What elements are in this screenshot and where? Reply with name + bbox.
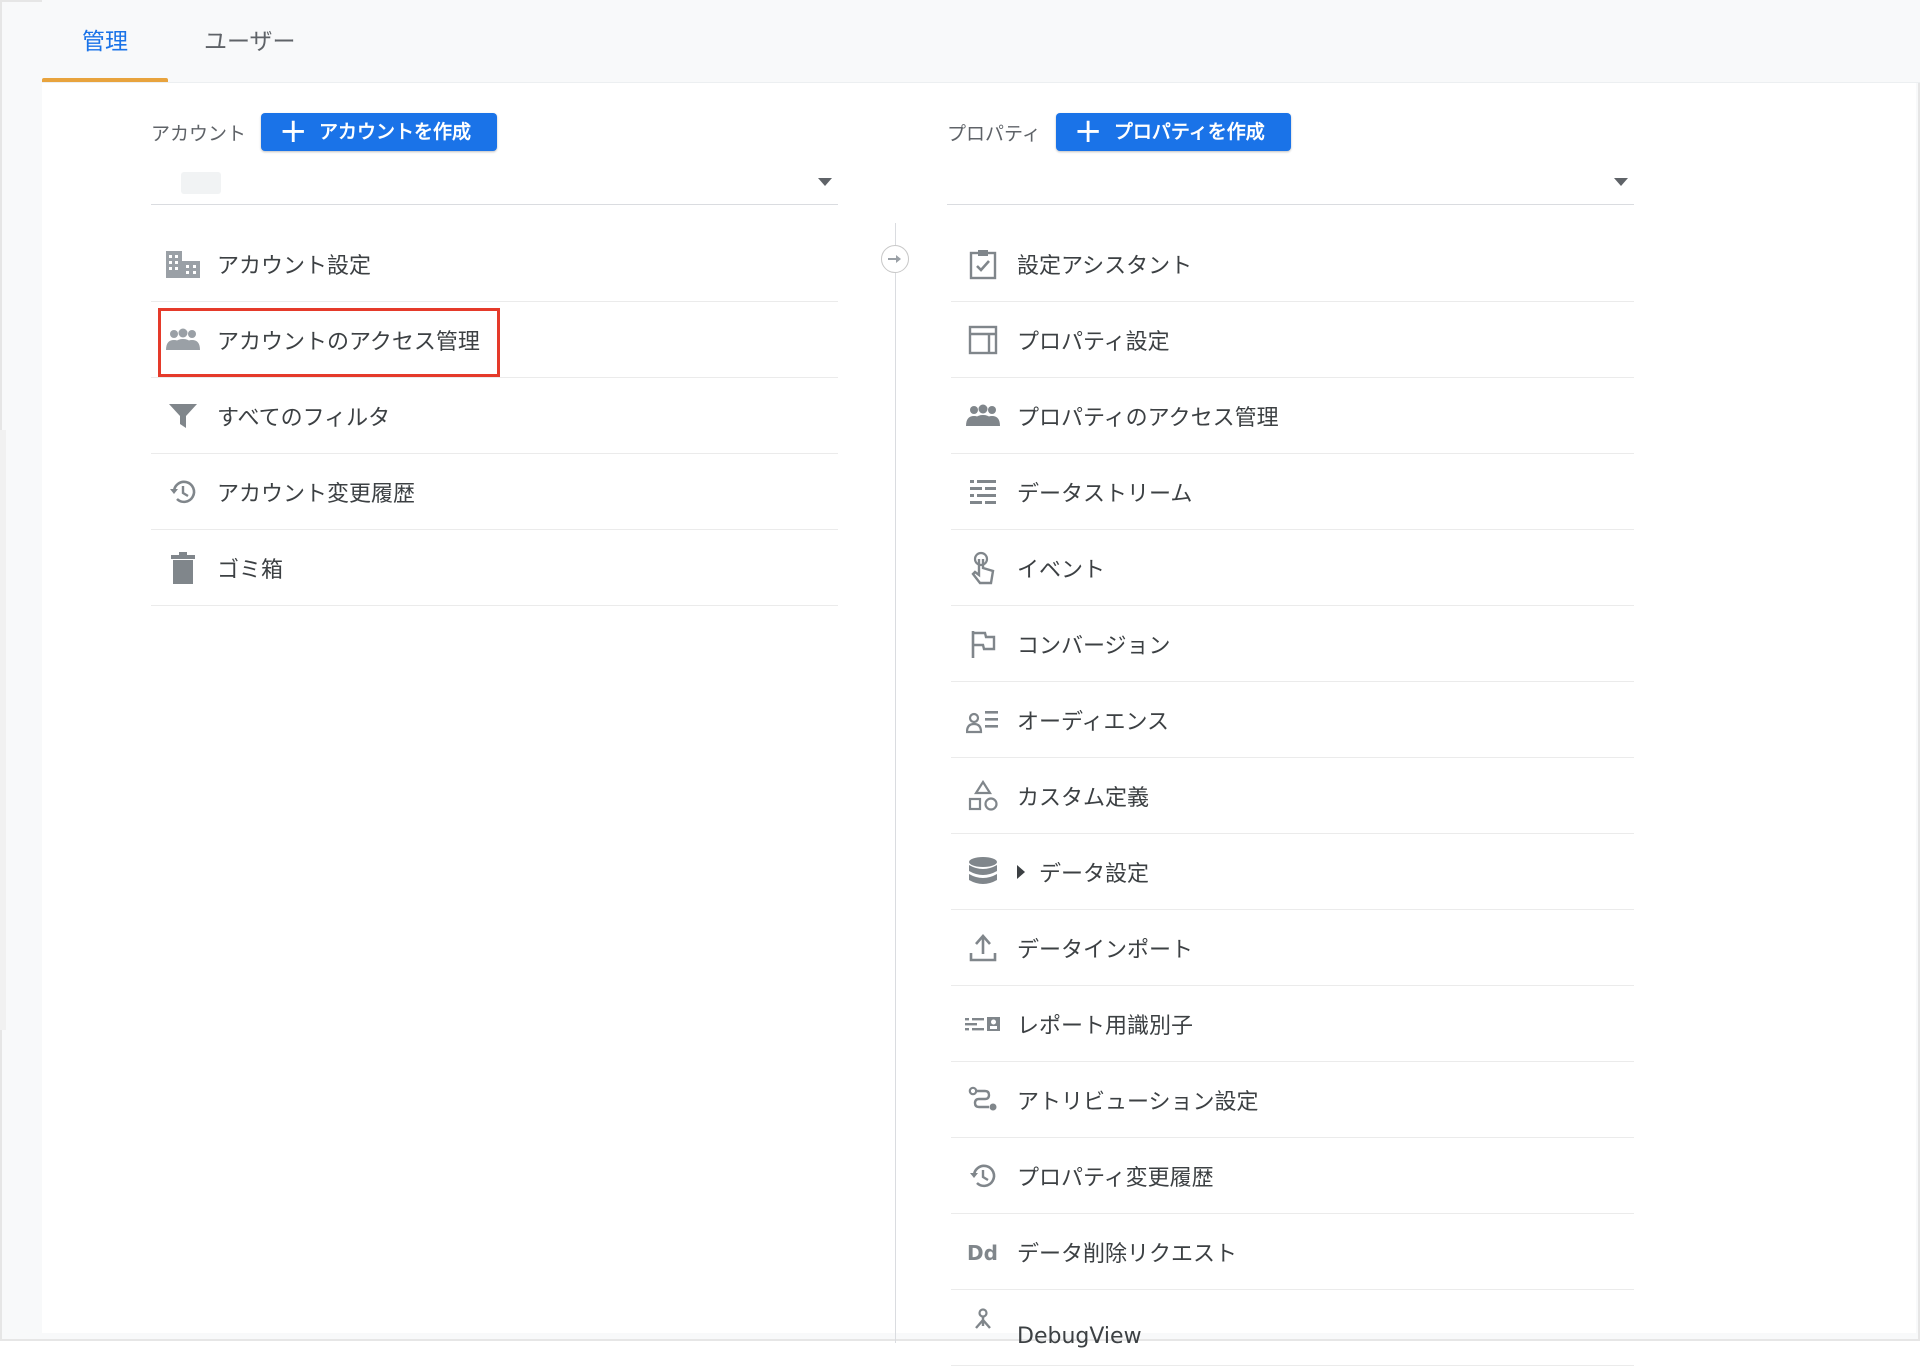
admin-content: アカウント + アカウントを作成 アカウント設定 アカウントのアクセス管理 すべ… <box>42 83 1916 1366</box>
tab-admin[interactable]: 管理 <box>42 0 168 82</box>
data-settings-item[interactable]: データ設定 <box>951 834 1634 910</box>
account-selector[interactable] <box>151 158 838 205</box>
upload-icon <box>963 928 1003 968</box>
left-edge-shadow <box>0 430 6 1030</box>
account-settings-label: アカウント設定 <box>217 253 372 279</box>
dd-icon: Dd <box>963 1232 1003 1272</box>
audiences-label: オーディエンス <box>1017 709 1170 735</box>
account-menu: アカウント設定 アカウントのアクセス管理 すべてのフィルタ アカウント変更履歴 … <box>151 226 838 606</box>
property-access-management-label: プロパティのアクセス管理 <box>1017 405 1279 431</box>
create-property-label: プロパティを作成 <box>1113 121 1265 143</box>
svg-text:Dd: Dd <box>967 1241 998 1265</box>
touch-icon <box>963 548 1003 588</box>
debug-icon <box>963 1302 1003 1342</box>
reporting-identity-item[interactable]: レポート用識別子 <box>951 986 1634 1062</box>
property-selector[interactable] <box>947 158 1634 205</box>
property-access-management-item[interactable]: プロパティのアクセス管理 <box>951 378 1634 454</box>
create-property-button[interactable]: + プロパティを作成 <box>1055 111 1291 151</box>
history-icon <box>963 1156 1003 1196</box>
property-label: プロパティ <box>947 122 1041 145</box>
data-settings-label: データ設定 <box>1039 861 1150 887</box>
expand-arrow-icon[interactable] <box>1017 864 1025 879</box>
property-menu: 設定アシスタント プロパティ設定 プロパティのアクセス管理 データストリーム イ… <box>951 226 1634 1366</box>
events-item[interactable]: イベント <box>951 530 1634 606</box>
account-column-header: アカウント + アカウントを作成 <box>151 111 498 151</box>
database-icon <box>963 852 1003 892</box>
filter-icon <box>163 396 203 436</box>
account-settings-item[interactable]: アカウント設定 <box>151 226 838 302</box>
data-deletion-requests-item[interactable]: Dd データ削除リクエスト <box>951 1214 1634 1290</box>
attribution-icon <box>963 1080 1003 1120</box>
identity-icon <box>963 1004 1003 1044</box>
dropdown-caret-icon <box>1614 178 1628 186</box>
shapes-icon <box>963 776 1003 816</box>
plus-icon: + <box>279 111 308 151</box>
account-label: アカウント <box>151 122 247 145</box>
create-account-button[interactable]: + アカウントを作成 <box>261 111 498 151</box>
data-streams-label: データストリーム <box>1017 481 1193 507</box>
debugview-item[interactable]: DebugView <box>951 1290 1634 1366</box>
dropdown-caret-icon <box>818 178 832 186</box>
property-change-history-label: プロパティ変更履歴 <box>1017 1165 1214 1191</box>
highlight-box <box>158 308 500 377</box>
tab-users[interactable]: ユーザー <box>164 0 336 82</box>
events-label: イベント <box>1017 557 1106 583</box>
setup-assistant-label: 設定アシスタント <box>1017 253 1193 279</box>
building-icon <box>163 244 203 284</box>
all-filters-item[interactable]: すべてのフィルタ <box>151 378 838 454</box>
data-import-item[interactable]: データインポート <box>951 910 1634 986</box>
people-icon <box>963 396 1003 436</box>
reporting-identity-label: レポート用識別子 <box>1017 1013 1194 1039</box>
attribution-settings-item[interactable]: アトリビューション設定 <box>951 1062 1634 1138</box>
conversions-item[interactable]: コンバージョン <box>951 606 1634 682</box>
account-name-redacted <box>181 172 221 194</box>
custom-definitions-item[interactable]: カスタム定義 <box>951 758 1634 834</box>
create-account-label: アカウントを作成 <box>319 121 472 143</box>
flag-icon <box>963 624 1003 664</box>
setup-assistant-item[interactable]: 設定アシスタント <box>951 226 1634 302</box>
property-settings-item[interactable]: プロパティ設定 <box>951 302 1634 378</box>
trash-icon <box>163 548 203 588</box>
property-column-header: プロパティ + プロパティを作成 <box>947 113 1291 151</box>
data-streams-item[interactable]: データストリーム <box>951 454 1634 530</box>
plus-icon: + <box>1073 111 1103 151</box>
audiences-item[interactable]: オーディエンス <box>951 682 1634 758</box>
account-change-history-item[interactable]: アカウント変更履歴 <box>151 454 838 530</box>
checklist-icon <box>963 244 1003 284</box>
stream-icon <box>963 472 1003 512</box>
trash-item[interactable]: ゴミ箱 <box>151 530 838 606</box>
debugview-label: DebugView <box>1017 1324 1142 1349</box>
layout-icon <box>963 320 1003 360</box>
history-icon <box>163 472 203 512</box>
account-change-history-label: アカウント変更履歴 <box>217 481 416 507</box>
custom-definitions-label: カスタム定義 <box>1017 785 1150 811</box>
attribution-settings-label: アトリビューション設定 <box>1017 1089 1259 1115</box>
column-divider <box>895 223 896 1343</box>
link-arrow-icon <box>881 245 909 273</box>
top-tab-bar: 管理 ユーザー <box>42 0 1920 83</box>
property-change-history-item[interactable]: プロパティ変更履歴 <box>951 1138 1634 1214</box>
trash-label: ゴミ箱 <box>217 557 284 583</box>
all-filters-label: すべてのフィルタ <box>217 405 391 431</box>
data-import-label: データインポート <box>1017 937 1194 963</box>
property-settings-label: プロパティ設定 <box>1017 329 1170 355</box>
data-deletion-requests-label: データ削除リクエスト <box>1017 1241 1238 1267</box>
conversions-label: コンバージョン <box>1017 633 1171 659</box>
audience-icon <box>963 700 1003 740</box>
